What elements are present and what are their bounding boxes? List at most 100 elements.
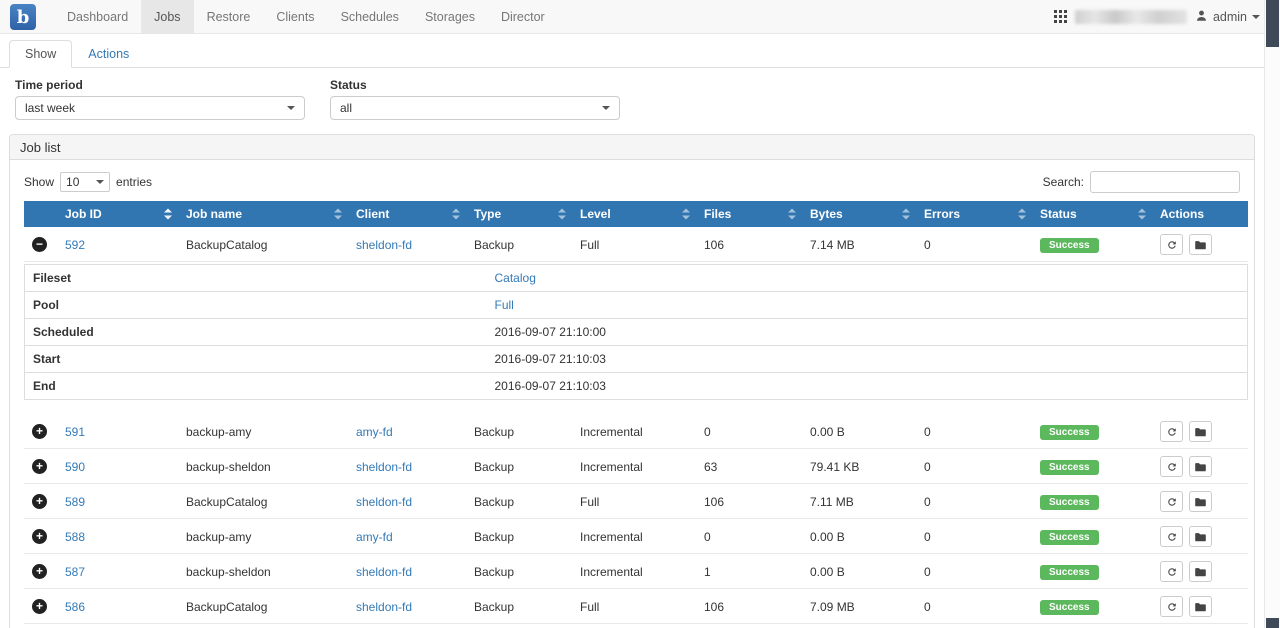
apps-grid-icon[interactable] (1054, 10, 1067, 23)
job-id-link[interactable]: 590 (65, 460, 85, 474)
restart-icon (1166, 531, 1178, 543)
nav-item-director[interactable]: Director (488, 0, 558, 33)
nav-item-storages[interactable]: Storages (412, 0, 488, 33)
nav-item-schedules[interactable]: Schedules (328, 0, 412, 33)
col-header-client[interactable]: Client (348, 201, 466, 227)
restart-job-button[interactable] (1160, 561, 1183, 582)
restart-job-button[interactable] (1160, 456, 1183, 477)
job-id-link[interactable]: 587 (65, 565, 85, 579)
col-header-job-id[interactable]: Job ID (57, 201, 178, 227)
scrollbar-bottom-button[interactable] (1266, 618, 1279, 628)
scrollbar-thumb[interactable] (1266, 0, 1279, 47)
level-text: Incremental (580, 530, 643, 544)
sort-icon[interactable] (788, 209, 796, 220)
restart-icon (1166, 496, 1178, 508)
expand-toggle-icon[interactable]: + (32, 599, 47, 614)
expand-toggle-icon[interactable]: − (32, 237, 47, 252)
job-name-text: backup-amy (186, 425, 251, 439)
files-text: 106 (704, 600, 724, 614)
sort-icon[interactable] (452, 209, 460, 220)
job-files-button[interactable] (1189, 421, 1212, 442)
status-select[interactable]: all (330, 96, 620, 120)
col-header-type[interactable]: Type (466, 201, 572, 227)
files-text: 0 (704, 530, 711, 544)
navbar-right: admin (1054, 0, 1280, 33)
job-id-link[interactable]: 591 (65, 425, 85, 439)
job-name-text: BackupCatalog (186, 495, 267, 509)
fileset-link[interactable]: Catalog (495, 271, 536, 285)
restart-job-button[interactable] (1160, 421, 1183, 442)
files-text: 0 (704, 425, 711, 439)
time-period-select[interactable]: last week (15, 96, 305, 120)
baculum-jobs-page: b Dashboard Jobs Restore Clients Schedul… (0, 0, 1280, 628)
restart-job-button[interactable] (1160, 526, 1183, 547)
col-header-label: Files (704, 207, 731, 221)
page-size-select[interactable]: 10 (60, 172, 110, 192)
job-id-link[interactable]: 588 (65, 530, 85, 544)
col-header-level[interactable]: Level (572, 201, 696, 227)
client-link[interactable]: sheldon-fd (356, 495, 412, 509)
detail-label: Fileset (25, 265, 487, 292)
expand-column-header (24, 201, 57, 227)
search-input[interactable] (1090, 171, 1240, 193)
user-menu[interactable]: admin (1195, 9, 1260, 25)
job-files-button[interactable] (1189, 491, 1212, 512)
col-header-status[interactable]: Status (1032, 201, 1152, 227)
folder-icon (1194, 566, 1207, 578)
level-text: Incremental (580, 460, 643, 474)
client-link[interactable]: sheldon-fd (356, 460, 412, 474)
restart-job-button[interactable] (1160, 234, 1183, 255)
client-link[interactable]: amy-fd (356, 530, 393, 544)
nav-item-clients[interactable]: Clients (263, 0, 327, 33)
restart-job-button[interactable] (1160, 491, 1183, 512)
col-header-errors[interactable]: Errors (916, 201, 1032, 227)
tab-show[interactable]: Show (9, 40, 72, 68)
job-id-link[interactable]: 592 (65, 238, 85, 252)
job-id-link[interactable]: 586 (65, 600, 85, 614)
job-files-button[interactable] (1189, 596, 1212, 617)
expand-toggle-icon[interactable]: + (32, 564, 47, 579)
expand-toggle-icon[interactable]: + (32, 424, 47, 439)
detail-row-start: Start 2016-09-07 21:10:03 (25, 346, 1248, 373)
type-text: Backup (474, 600, 514, 614)
page-length-control: Show 10 entries (24, 172, 152, 192)
col-header-label: Bytes (810, 207, 843, 221)
client-link[interactable]: sheldon-fd (356, 238, 412, 252)
job-row: + 585 backup-amy amy-fd Backup Increment… (24, 624, 1248, 628)
level-text: Incremental (580, 425, 643, 439)
detail-label: Pool (25, 292, 487, 319)
sort-icon[interactable] (682, 209, 690, 220)
files-text: 63 (704, 460, 717, 474)
restart-job-button[interactable] (1160, 596, 1183, 617)
job-name-text: backup-sheldon (186, 565, 271, 579)
errors-text: 0 (924, 600, 931, 614)
col-header-job-name[interactable]: Job name (178, 201, 348, 227)
job-files-button[interactable] (1189, 234, 1212, 255)
sort-icon[interactable] (334, 209, 342, 220)
sort-icon[interactable] (164, 209, 172, 220)
sort-icon[interactable] (1138, 209, 1146, 220)
col-header-files[interactable]: Files (696, 201, 802, 227)
col-header-bytes[interactable]: Bytes (802, 201, 916, 227)
job-id-link[interactable]: 589 (65, 495, 85, 509)
job-files-button[interactable] (1189, 526, 1212, 547)
job-files-button[interactable] (1189, 456, 1212, 477)
app-logo[interactable]: b (10, 4, 36, 30)
nav-item-dashboard[interactable]: Dashboard (54, 0, 141, 33)
filters-section: Time period last week Status all (15, 78, 1249, 120)
sort-icon[interactable] (902, 209, 910, 220)
sort-icon[interactable] (1018, 209, 1026, 220)
nav-item-restore[interactable]: Restore (194, 0, 264, 33)
job-files-button[interactable] (1189, 561, 1212, 582)
nav-item-jobs[interactable]: Jobs (141, 0, 193, 33)
tab-actions[interactable]: Actions (72, 40, 145, 68)
expand-toggle-icon[interactable]: + (32, 494, 47, 509)
expand-toggle-icon[interactable]: + (32, 459, 47, 474)
expand-toggle-icon[interactable]: + (32, 529, 47, 544)
client-link[interactable]: amy-fd (356, 425, 393, 439)
sort-icon[interactable] (558, 209, 566, 220)
vertical-scrollbar[interactable] (1264, 0, 1280, 628)
client-link[interactable]: sheldon-fd (356, 565, 412, 579)
client-link[interactable]: sheldon-fd (356, 600, 412, 614)
pool-link[interactable]: Full (495, 298, 514, 312)
